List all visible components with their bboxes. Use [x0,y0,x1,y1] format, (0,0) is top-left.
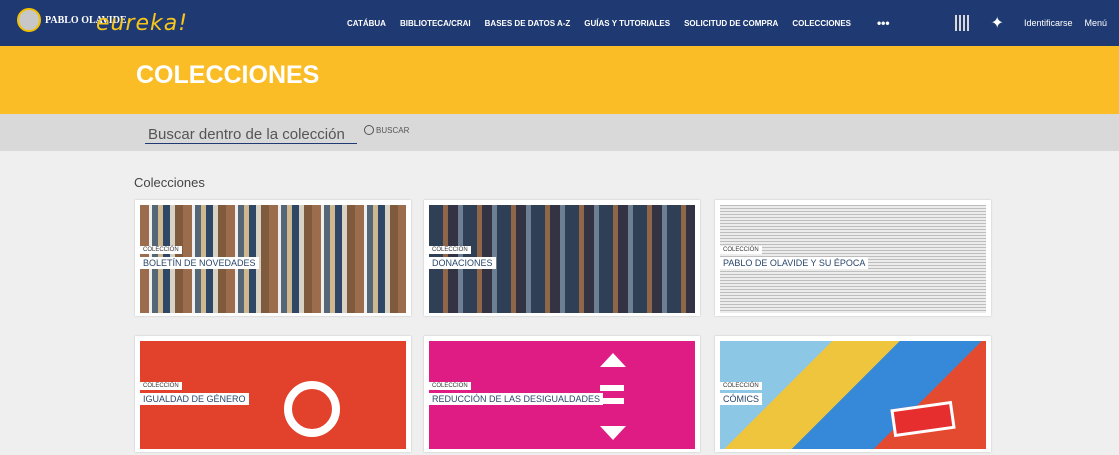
collection-tag: COLECCIÓN [429,382,471,390]
header-tools: ✦ Identificarse Menú [954,0,1119,46]
collection-card[interactable]: COLECCIÓN REDUCCIÓN DE LAS DESIGUALDADES [424,336,700,452]
collections-banner: COLECCIONES [0,46,1119,114]
equal-bar-icon [600,398,624,404]
arrow-up-icon [600,353,626,367]
collection-label: COLECCIÓN BOLETÍN DE NOVEDADES [140,238,259,269]
main-nav: CATÁBUA BIBLIOTECA/CRAI BASES DE DATOS A… [347,0,890,46]
collection-name: PABLO DE OLAVIDE Y SU ÉPOCA [720,257,869,269]
eureka-logo[interactable]: eureka! [96,11,188,36]
collection-tag: COLECCIÓN [140,246,182,254]
menu-link[interactable]: Menú [1084,18,1107,28]
more-menu-button[interactable]: ••• [877,16,890,30]
collection-name: REDUCCIÓN DE LAS DESIGUALDADES [429,393,604,405]
comic-burst-icon [890,400,956,438]
collection-card[interactable]: COLECCIÓN CÓMICS [715,336,991,452]
collection-card[interactable]: COLECCIÓN BOLETÍN DE NOVEDADES [135,200,411,316]
collection-tag: COLECCIÓN [720,382,762,390]
collections-heading: Colecciones [134,175,205,190]
collection-label: COLECCIÓN PABLO DE OLAVIDE Y SU ÉPOCA [720,238,869,269]
collection-label: COLECCIÓN REDUCCIÓN DE LAS DESIGUALDADES [429,374,604,405]
search-icon [364,125,374,135]
collection-label: COLECCIÓN IGUALDAD DE GÉNERO [140,374,249,405]
collection-tag: COLECCIÓN [720,246,762,254]
nav-biblioteca[interactable]: BIBLIOTECA/CRAI [400,19,471,28]
collection-label: COLECCIÓN CÓMICS [720,374,762,405]
collection-name: IGUALDAD DE GÉNERO [140,393,249,405]
login-link[interactable]: Identificarse [1024,18,1073,28]
nav-catalogo[interactable]: CATÁBUA [347,19,386,28]
collection-card[interactable]: COLECCIÓN IGUALDAD DE GÉNERO [135,336,411,452]
collection-search-input[interactable] [145,125,357,144]
collection-name: BOLETÍN DE NOVEDADES [140,257,259,269]
nav-guias[interactable]: GUÍAS Y TUTORIALES [584,19,670,28]
arrow-down-icon [600,426,626,440]
nav-solicitud[interactable]: SOLICITUD DE COMPRA [684,19,778,28]
collection-card[interactable]: COLECCIÓN DONACIONES [424,200,700,316]
equal-bar-icon [600,385,624,391]
search-button[interactable]: BUSCAR [364,125,409,135]
gender-equality-icon [284,381,340,437]
collection-tag: COLECCIÓN [429,246,471,254]
collection-label: COLECCIÓN DONACIONES [429,238,496,269]
top-navigation-bar: PABLO OLAVIDE eureka! CATÁBUA BIBLIOTECA… [0,0,1119,46]
nav-colecciones[interactable]: COLECCIONES [792,19,851,28]
page-title: COLECCIONES [136,61,320,89]
search-bar: BUSCAR [0,114,1119,151]
collection-name: DONACIONES [429,257,496,269]
logo-upo-icon [17,8,41,32]
nav-bases-datos[interactable]: BASES DE DATOS A-Z [485,19,571,28]
pin-icon[interactable]: ✦ [991,13,1004,33]
search-button-label: BUSCAR [376,125,410,135]
collection-tag: COLECCIÓN [140,382,182,390]
collection-card[interactable]: COLECCIÓN PABLO DE OLAVIDE Y SU ÉPOCA [715,200,991,316]
collection-name: CÓMICS [720,393,762,405]
qr-icon[interactable] [954,15,971,31]
